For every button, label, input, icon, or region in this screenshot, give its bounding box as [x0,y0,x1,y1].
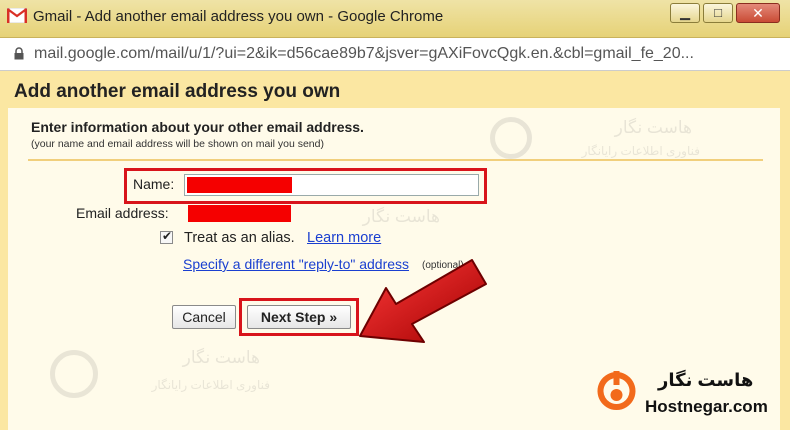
close-icon: ✕ [752,5,764,21]
alias-label: Treat as an alias. [184,230,295,246]
learn-more-link[interactable]: Learn more [307,230,381,246]
close-button[interactable]: ✕ [736,3,780,23]
brand-name-fa: هاست نگار [658,370,754,390]
email-redaction [188,205,291,222]
minimize-button[interactable]: ▁ [670,3,700,23]
maximize-button[interactable]: □ [703,3,733,23]
address-bar[interactable]: mail.google.com/mail/u/1/?ui=2&ik=d56cae… [0,38,790,71]
form-heading: Enter information about your other email… [31,119,364,135]
watermark-name: هاست نگار [182,348,260,367]
arrow-icon [359,259,487,343]
window-title: Gmail - Add another email address you ow… [33,8,444,25]
gmail-icon [7,8,27,23]
brand-name-en: Hostnegar.com [645,397,768,416]
next-highlight-box [239,298,359,336]
watermark-logo-icon [490,117,532,159]
email-label: Email address: [76,205,169,221]
window-titlebar: Gmail - Add another email address you ow… [0,0,790,38]
watermark-logo-icon [50,350,98,398]
watermark-tagline: فناوری اطلاعات رایانگار [151,378,270,392]
lock-icon [14,47,24,60]
watermark-name: هاست نگار [614,118,692,137]
watermark-bottom: هاست نگار فناوری اطلاعات رایانگار [50,342,290,412]
alias-checkbox[interactable]: ✔ [160,229,173,244]
form-subnote: (your name and email address will be sho… [31,138,324,150]
hostnegar-logo-icon [597,371,636,410]
window-controls: ▁ □ ✕ [670,3,780,23]
divider [28,159,763,161]
url-text[interactable]: mail.google.com/mail/u/1/?ui=2&ik=d56cae… [34,45,694,63]
cancel-button[interactable]: Cancel [172,305,236,329]
watermark-top: هاست نگار فناوری اطلاعات رایانگار [490,112,720,172]
watermark-name: هاست نگار [362,207,440,226]
watermark-tagline: فناوری اطلاعات رایانگار [581,144,700,158]
maximize-icon: □ [714,5,722,20]
name-highlight-box [124,168,487,204]
dialog-title: Add another email address you own [14,81,341,102]
checkmark-icon: ✔ [162,229,173,243]
minimize-icon: ▁ [680,5,690,20]
